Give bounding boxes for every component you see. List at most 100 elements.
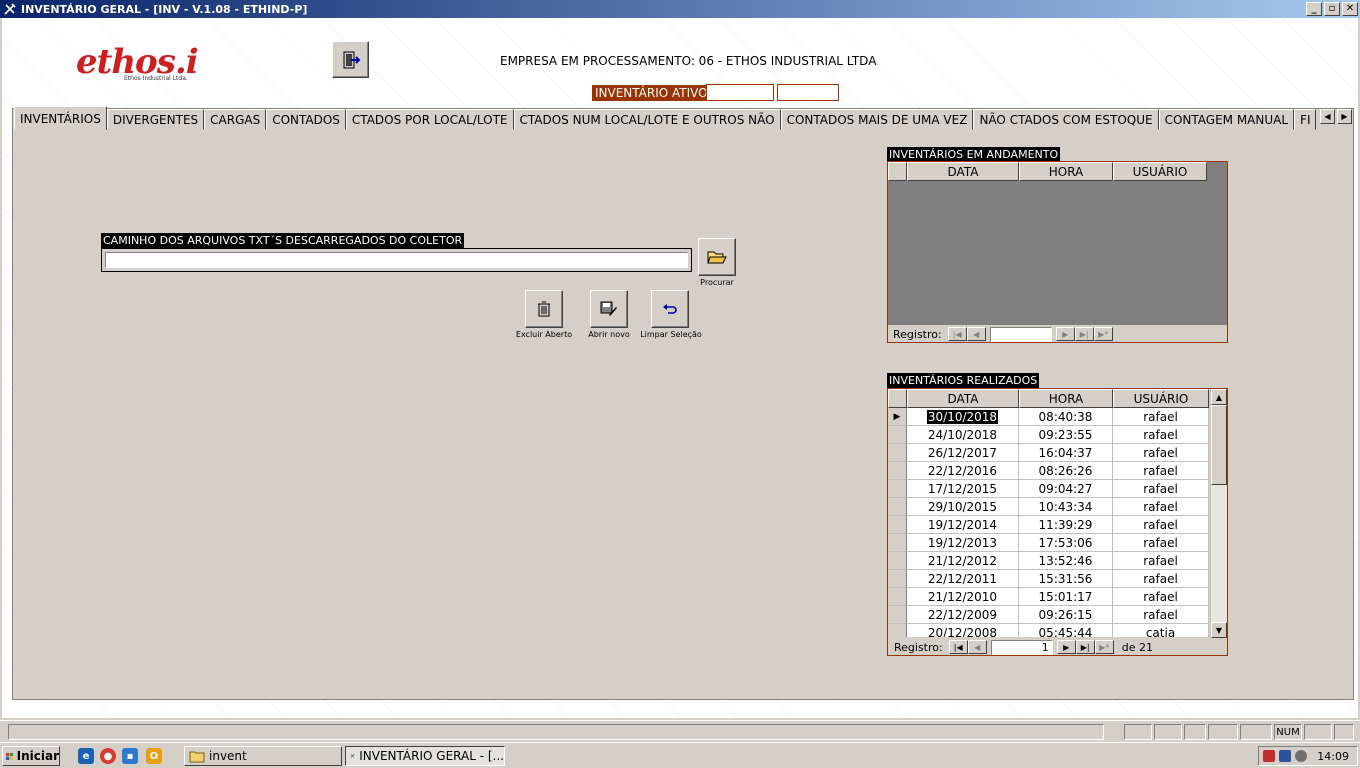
cell-usuario[interactable]: rafael <box>1113 426 1209 444</box>
row-selector[interactable] <box>888 516 907 534</box>
cell-hora[interactable]: 17:53:06 <box>1019 534 1113 552</box>
table-row[interactable]: 22/12/2009 09:26:15 rafael <box>888 606 1209 624</box>
table-row[interactable]: 17/12/2015 09:04:27 rafael <box>888 480 1209 498</box>
cell-usuario[interactable]: rafael <box>1113 570 1209 588</box>
cell-hora[interactable]: 08:26:26 <box>1019 462 1113 480</box>
cell-hora[interactable]: 15:31:56 <box>1019 570 1113 588</box>
cell-usuario[interactable]: rafael <box>1113 588 1209 606</box>
row-selector[interactable] <box>888 480 907 498</box>
col-hora-header[interactable]: HORA <box>1019 389 1113 408</box>
clear-selection-button[interactable] <box>651 290 689 328</box>
security-icon[interactable] <box>1263 750 1276 762</box>
open-new-button[interactable] <box>590 290 628 328</box>
start-button[interactable]: Iniciar <box>2 746 60 766</box>
row-selector[interactable] <box>888 444 907 462</box>
delete-open-button[interactable] <box>525 290 563 328</box>
row-selector[interactable]: ▶ <box>888 408 907 426</box>
tab-fi[interactable]: FI <box>1294 109 1317 130</box>
restore-button[interactable]: ▫ <box>1324 2 1340 16</box>
close-button[interactable]: ✕ <box>1342 2 1358 16</box>
next-record-icon[interactable]: ▶ <box>1056 640 1076 654</box>
tab-scroll-right-icon[interactable]: ▶ <box>1337 109 1352 124</box>
row-selector[interactable] <box>888 588 907 606</box>
cell-hora[interactable]: 09:23:55 <box>1019 426 1113 444</box>
col-usuario-header[interactable]: USUÁRIO <box>1113 162 1207 181</box>
row-selector[interactable] <box>888 426 907 444</box>
tab-ctados-por-local-lote[interactable]: CTADOS POR LOCAL/LOTE <box>345 109 514 130</box>
row-selector[interactable] <box>888 534 907 552</box>
tab-scroll-left-icon[interactable]: ◀ <box>1320 109 1335 124</box>
tab-divergentes[interactable]: DIVERGENTES <box>106 109 205 130</box>
ie-icon[interactable]: e <box>78 748 94 764</box>
table-row[interactable]: 19/12/2014 11:39:29 rafael <box>888 516 1209 534</box>
scroll-up-icon[interactable]: ▲ <box>1211 389 1227 405</box>
cell-hora[interactable]: 16:04:37 <box>1019 444 1113 462</box>
table-row[interactable]: 22/12/2016 08:26:26 rafael <box>888 462 1209 480</box>
cell-hora[interactable]: 08:40:38 <box>1019 408 1113 426</box>
path-input[interactable] <box>105 252 688 268</box>
cell-data[interactable]: 29/10/2015 <box>907 498 1019 516</box>
minimize-button[interactable]: _ <box>1306 2 1322 16</box>
cell-usuario[interactable]: rafael <box>1113 534 1209 552</box>
cell-data[interactable]: 21/12/2010 <box>907 588 1019 606</box>
tab-contagem-manual[interactable]: CONTAGEM MANUAL <box>1158 109 1295 130</box>
table-row[interactable]: 29/10/2015 10:43:34 rafael <box>888 498 1209 516</box>
task-inventario-geral[interactable]: INVENTÁRIO GERAL - [... <box>345 746 505 766</box>
cell-hora[interactable]: 09:04:27 <box>1019 480 1113 498</box>
last-record-icon[interactable]: ▶| <box>1075 640 1095 654</box>
table-row[interactable]: 22/12/2011 15:31:56 rafael <box>888 570 1209 588</box>
cell-data[interactable]: 24/10/2018 <box>907 426 1019 444</box>
cell-usuario[interactable]: rafael <box>1113 606 1209 624</box>
col-data-header[interactable]: DATA <box>907 162 1019 181</box>
cell-data[interactable]: 22/12/2009 <box>907 606 1019 624</box>
table-row[interactable]: 21/12/2010 15:01:17 rafael <box>888 588 1209 606</box>
cell-usuario[interactable]: rafael <box>1113 516 1209 534</box>
col-data-header[interactable]: DATA <box>907 389 1019 408</box>
new-record-icon[interactable]: ▶* <box>1094 640 1114 654</box>
table-row[interactable]: 20/12/2008 05:45:44 catia <box>888 624 1209 637</box>
cell-data[interactable]: 21/12/2012 <box>907 552 1019 570</box>
cell-usuario[interactable]: rafael <box>1113 552 1209 570</box>
record-number-field[interactable] <box>989 326 1052 342</box>
cell-hora[interactable]: 11:39:29 <box>1019 516 1113 534</box>
cell-usuario[interactable]: rafael <box>1113 444 1209 462</box>
realizados-scrollbar[interactable]: ▲ ▼ <box>1210 389 1227 638</box>
col-hora-header[interactable]: HORA <box>1019 162 1113 181</box>
tab-contados[interactable]: CONTADOS <box>266 109 346 130</box>
scroll-thumb[interactable] <box>1211 405 1227 485</box>
tab-contados-mais-de-uma-vez[interactable]: CONTADOS MAIS DE UMA VEZ <box>780 109 974 130</box>
tab-cargas[interactable]: CARGAS <box>204 109 267 130</box>
prev-record-icon[interactable]: ◀ <box>967 640 987 654</box>
cell-data[interactable]: 17/12/2015 <box>907 480 1019 498</box>
scroll-down-icon[interactable]: ▼ <box>1211 622 1227 638</box>
next-record-icon[interactable]: ▶ <box>1055 327 1075 341</box>
tab-inventarios[interactable]: INVENTÁRIOS <box>14 106 107 130</box>
cell-data[interactable]: 26/12/2017 <box>907 444 1019 462</box>
row-selector[interactable] <box>888 570 907 588</box>
task-invent-folder[interactable]: invent <box>184 746 342 766</box>
cell-hora[interactable]: 13:52:46 <box>1019 552 1113 570</box>
row-selector[interactable] <box>888 498 907 516</box>
cell-data[interactable]: 30/10/2018 <box>907 408 1019 426</box>
row-selector[interactable] <box>888 624 907 637</box>
tab-nao-ctados-com-estoque[interactable]: NÃO CTADOS COM ESTOQUE <box>973 109 1159 130</box>
table-row[interactable]: 21/12/2012 13:52:46 rafael <box>888 552 1209 570</box>
first-record-icon[interactable]: |◀ <box>948 640 968 654</box>
volume-icon[interactable] <box>1295 750 1308 762</box>
cell-hora[interactable]: 05:45:44 <box>1019 624 1113 637</box>
table-row[interactable]: 19/12/2013 17:53:06 rafael <box>888 534 1209 552</box>
new-record-icon[interactable]: ▶* <box>1093 327 1113 341</box>
cell-usuario[interactable]: rafael <box>1113 462 1209 480</box>
record-number-field[interactable]: 1 <box>990 639 1053 655</box>
cell-data[interactable]: 19/12/2013 <box>907 534 1019 552</box>
cell-usuario[interactable]: catia <box>1113 624 1209 637</box>
cell-hora[interactable]: 15:01:17 <box>1019 588 1113 606</box>
prev-record-icon[interactable]: ◀ <box>966 327 986 341</box>
row-selector[interactable] <box>888 462 907 480</box>
table-row[interactable]: 26/12/2017 16:04:37 rafael <box>888 444 1209 462</box>
cell-data[interactable]: 20/12/2008 <box>907 624 1019 637</box>
last-record-icon[interactable]: ▶| <box>1074 327 1094 341</box>
first-record-icon[interactable]: |◀ <box>947 327 967 341</box>
row-selector[interactable] <box>888 606 907 624</box>
chrome-icon[interactable]: ● <box>100 748 116 764</box>
